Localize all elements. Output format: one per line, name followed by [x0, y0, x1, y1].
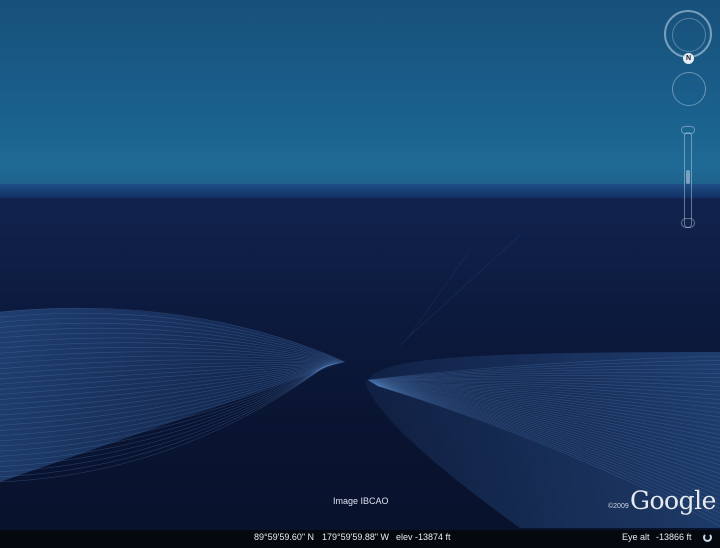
longitude-readout: 179°59'59.88" W — [322, 532, 390, 542]
terrain-grid — [0, 234, 720, 528]
latitude-readout: 89°59'59.60" N — [254, 532, 315, 542]
eye-alt-label: Eye alt — [622, 532, 650, 542]
streaming-progress-icon — [703, 533, 712, 542]
navigation-controls[interactable]: N — [660, 8, 718, 228]
map-viewport[interactable] — [0, 0, 720, 548]
image-credit: Image IBCAO — [333, 496, 389, 506]
copyright-year: ©2009 — [608, 503, 629, 510]
north-button[interactable]: N — [683, 53, 694, 64]
zoom-out-button[interactable] — [681, 218, 695, 228]
eye-alt-value: -13866 ft — [656, 532, 692, 542]
status-bar: 89°59'59.60" N 179°59'59.88" W elev -138… — [0, 530, 720, 548]
compass-ring-icon[interactable] — [664, 10, 712, 58]
look-joystick[interactable] — [672, 72, 706, 106]
zoom-slider-thumb[interactable] — [686, 170, 690, 184]
elevation-readout: elev -13874 ft — [396, 532, 451, 542]
google-logo: Google — [630, 486, 716, 515]
